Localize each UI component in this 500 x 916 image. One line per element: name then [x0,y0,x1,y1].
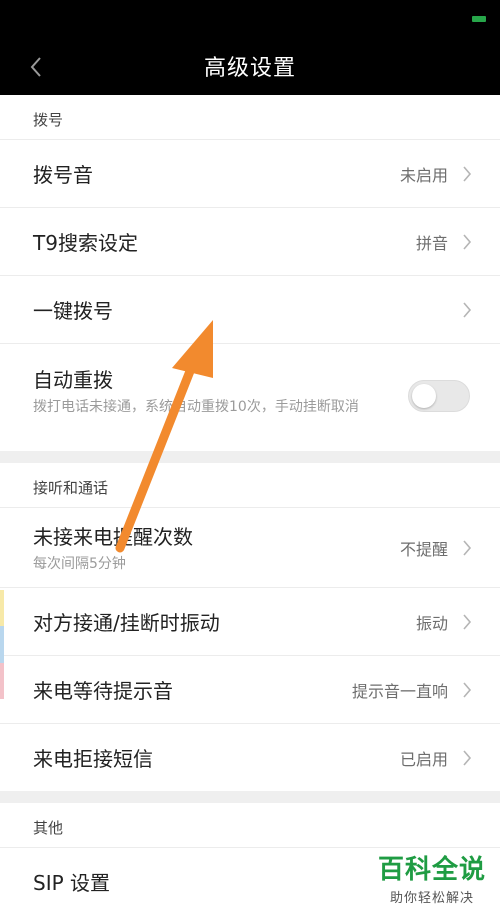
watermark-subtitle: 助你轻松解决 [389,891,474,906]
section-divider [0,791,500,803]
auto-redial-toggle[interactable] [408,380,470,412]
header-bar: 高级设置 [0,0,500,95]
row-label: 拨号音 [33,163,93,187]
row-value: 拼音 [415,233,448,253]
watermark: 百科全说 助你轻松解决 [378,849,486,906]
row-label: T9搜索设定 [33,231,138,255]
chevron-right-icon [463,539,472,556]
screen: 高级设置 拨号 拨号音 未启用 T9搜索设定 拼音 一键拨号 自动重拨 拨打电话… [0,0,500,916]
row-speed-dial[interactable]: 一键拨号 [0,275,500,343]
chevron-right-icon [463,749,472,766]
row-label: 对方接通/挂断时振动 [33,611,220,635]
section-divider [0,451,500,463]
edge-decoration [0,590,4,700]
settings-list: 拨号 拨号音 未启用 T9搜索设定 拼音 一键拨号 自动重拨 拨打电话未接通，系… [0,95,500,916]
row-value: 未启用 [399,165,448,185]
row-connect-vibrate[interactable]: 对方接通/挂断时振动 振动 [0,587,500,655]
battery-indicator [472,16,486,22]
section-header-answer: 接听和通话 [33,479,109,497]
row-description: 拨打电话未接通，系统自动重拨10次，手动挂断取消 [33,399,359,415]
chevron-right-icon [463,301,472,318]
row-label: SIP 设置 [33,871,111,895]
chevron-right-icon [463,681,472,698]
row-value: 已启用 [399,749,448,769]
row-label: 自动重拨 [33,368,113,392]
row-label: 来电等待提示音 [33,679,173,703]
row-value: 提示音一直响 [351,681,448,701]
chevron-right-icon [463,165,472,182]
toggle-knob [412,384,436,408]
row-auto-redial: 自动重拨 拨打电话未接通，系统自动重拨10次，手动挂断取消 [0,343,500,451]
row-dial-tone[interactable]: 拨号音 未启用 [0,139,500,207]
watermark-title: 百科全说 [377,855,486,885]
row-value: 振动 [415,613,448,633]
row-label: 来电拒接短信 [33,747,153,771]
page-title: 高级设置 [203,56,296,81]
section-header-other: 其他 [33,819,64,837]
section-header-dial: 拨号 [33,111,64,129]
row-label: 一键拨号 [33,299,113,323]
chevron-right-icon [463,613,472,630]
chevron-right-icon [463,233,472,250]
row-missed-call-reminder[interactable]: 未接来电提醒次数 每次间隔5分钟 不提醒 [0,507,500,587]
row-t9-search[interactable]: T9搜索设定 拼音 [0,207,500,275]
row-reject-sms[interactable]: 来电拒接短信 已启用 [0,723,500,791]
row-description: 每次间隔5分钟 [33,556,126,572]
row-value: 不提醒 [399,539,448,559]
row-label: 未接来电提醒次数 [33,525,193,549]
row-call-waiting-tone[interactable]: 来电等待提示音 提示音一直响 [0,655,500,723]
